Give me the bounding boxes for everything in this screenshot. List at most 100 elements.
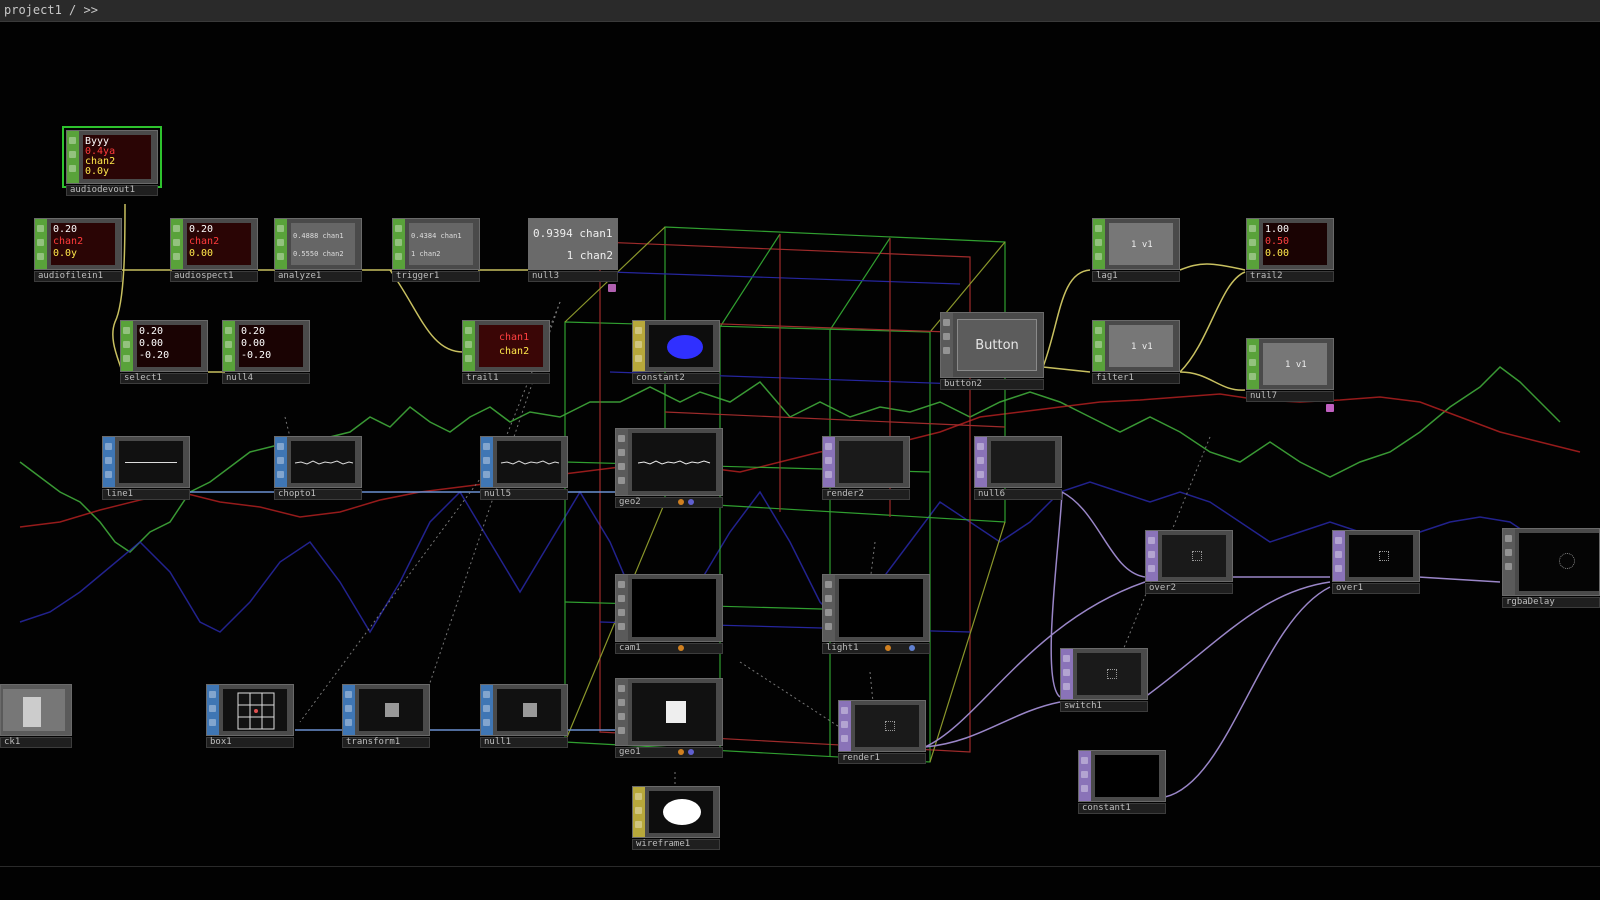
audiospect1-node[interactable]: 0.20 chan2 0.00 audiospect1 [170, 218, 258, 282]
node-name[interactable]: wireframe1 [636, 839, 690, 849]
node-name[interactable]: render1 [842, 753, 880, 763]
geo2-viewer [632, 433, 716, 491]
node-name[interactable]: null6 [978, 489, 1005, 499]
node-name[interactable]: audiofilein1 [38, 271, 103, 281]
null3-flag [608, 284, 616, 292]
audiodevout1-node[interactable]: Byyy 0.4ya chan2 0.0y audiodevout1 [62, 126, 162, 196]
light1-viewer [839, 579, 923, 637]
switch1-node[interactable]: switch1 [1060, 648, 1148, 712]
node-name[interactable]: trigger1 [396, 271, 439, 281]
node-name[interactable]: chopto1 [278, 489, 316, 499]
line1-node[interactable]: line1 [102, 436, 190, 500]
geo1-viewer [632, 683, 716, 741]
network-editor-canvas[interactable]: Byyy 0.4ya chan2 0.0y audiodevout1 0.20 … [0, 22, 1600, 900]
white-sphere-preview [663, 799, 701, 825]
cam1-node[interactable]: cam1 [615, 574, 723, 654]
analyze1-node[interactable]: 0.4888 chan1 0.5550 chan2 analyze1 [274, 218, 362, 282]
node-name[interactable]: null4 [226, 373, 253, 383]
geo2-node[interactable]: geo2 [615, 428, 723, 508]
null4-node[interactable]: 0.20 0.00 -0.20 null4 [222, 320, 310, 384]
node-name[interactable]: switch1 [1064, 701, 1102, 711]
node-name[interactable]: filter1 [1096, 373, 1134, 383]
render2-node[interactable]: render2 [822, 436, 910, 500]
breadcrumb[interactable]: project1 / >> [4, 3, 98, 17]
null5-node[interactable]: null5 [480, 436, 568, 500]
node-name[interactable]: constant1 [1082, 803, 1131, 813]
blue-sphere-preview [667, 335, 703, 359]
node-name[interactable]: geo2 [619, 497, 641, 507]
node-name[interactable]: select1 [124, 373, 162, 383]
transform1-node[interactable]: transform1 [342, 684, 430, 748]
node-name[interactable]: audiodevout1 [70, 185, 135, 195]
chopto1-node[interactable]: chopto1 [274, 436, 362, 500]
rgbadelay-node[interactable]: rgbaDelay [1502, 528, 1600, 608]
geo2-display-flag[interactable] [688, 499, 694, 505]
null6-viewer [991, 441, 1055, 483]
node-name[interactable]: cam1 [619, 643, 641, 653]
node-name[interactable]: constant2 [636, 373, 685, 383]
audiofilein1-node[interactable]: 0.20 chan2 0.0y audiofilein1 [34, 218, 122, 282]
over2-node[interactable]: over2 [1145, 530, 1233, 594]
render1-node[interactable]: render1 [838, 700, 926, 764]
select1-node[interactable]: 0.20 0.00 -0.20 select1 [120, 320, 208, 384]
node-name[interactable]: trail2 [1250, 271, 1283, 281]
geo1-node[interactable]: geo1 [615, 678, 723, 758]
lock1-viewer [3, 689, 65, 731]
lag1-node[interactable]: 1 v1 lag1 [1092, 218, 1180, 282]
wireframe1-node[interactable]: wireframe1 [632, 786, 720, 850]
light1-node[interactable]: light1 [822, 574, 930, 654]
trigger1-viewer: 0.4384 chan1 1 chan2 [409, 223, 473, 265]
node-name[interactable]: geo1 [619, 747, 641, 757]
node-name[interactable]: light1 [826, 643, 859, 653]
null7-node[interactable]: 1 v1 null7 [1246, 338, 1334, 412]
null1-node[interactable]: null1 [480, 684, 568, 748]
geo1-render-flag[interactable] [678, 749, 684, 755]
button-panel[interactable]: Button [957, 319, 1037, 371]
render2-viewer [839, 441, 903, 483]
null3-node[interactable]: 0.9394 chan1 1 chan2 null3 [528, 218, 618, 292]
audiofilein1-viewer: 0.20 chan2 0.0y [51, 223, 115, 265]
node-name[interactable]: lag1 [1096, 271, 1118, 281]
node-name[interactable]: null5 [484, 489, 511, 499]
trail1-node[interactable]: chan1 chan2 trail1 [462, 320, 550, 384]
geo1-display-flag[interactable] [688, 749, 694, 755]
node-name[interactable]: button2 [944, 379, 982, 389]
lag1-viewer: 1 v1 [1109, 223, 1173, 265]
select1-viewer: 0.20 0.00 -0.20 [137, 325, 201, 367]
node-name[interactable]: null7 [1250, 391, 1277, 401]
trail2-viewer: 1.00 0.50 0.00 [1263, 223, 1327, 265]
node-name[interactable]: over2 [1149, 583, 1176, 593]
cam1-render-flag[interactable] [678, 645, 684, 651]
over1-node[interactable]: over1 [1332, 530, 1420, 594]
switch1-viewer [1077, 653, 1141, 695]
node-name[interactable]: ck1 [4, 737, 20, 747]
node-name[interactable]: rgbaDelay [1506, 597, 1555, 607]
null3-viewer: 0.9394 chan1 1 chan2 [531, 223, 615, 265]
node-name[interactable]: trail1 [466, 373, 499, 383]
node-name[interactable]: null1 [484, 737, 511, 747]
node-name[interactable]: box1 [210, 737, 232, 747]
trigger1-node[interactable]: 0.4384 chan1 1 chan2 trigger1 [392, 218, 480, 282]
null1-viewer [497, 689, 561, 731]
trail1-viewer: chan1 chan2 [479, 325, 543, 367]
wireframe1-viewer [649, 791, 713, 833]
light1-render-flag[interactable] [885, 645, 891, 651]
constant2-node[interactable]: constant2 [632, 320, 720, 384]
light1-display-flag[interactable] [909, 645, 915, 651]
trail2-node[interactable]: 1.00 0.50 0.00 trail2 [1246, 218, 1334, 282]
node-name[interactable]: over1 [1336, 583, 1363, 593]
node-name[interactable]: null3 [532, 271, 559, 281]
cube-preview [666, 701, 686, 723]
box1-node[interactable]: box1 [206, 684, 294, 748]
node-name[interactable]: transform1 [346, 737, 400, 747]
lock1-node[interactable]: ck1 [0, 684, 72, 748]
button2-node[interactable]: Button button2 [940, 312, 1044, 390]
node-name[interactable]: analyze1 [278, 271, 321, 281]
null6-node[interactable]: null6 [974, 436, 1062, 500]
node-name[interactable]: audiospect1 [174, 271, 234, 281]
constant1-node[interactable]: constant1 [1078, 750, 1166, 814]
node-name[interactable]: line1 [106, 489, 133, 499]
geo2-render-flag[interactable] [678, 499, 684, 505]
node-name[interactable]: render2 [826, 489, 864, 499]
filter1-node[interactable]: 1 v1 filter1 [1092, 320, 1180, 384]
